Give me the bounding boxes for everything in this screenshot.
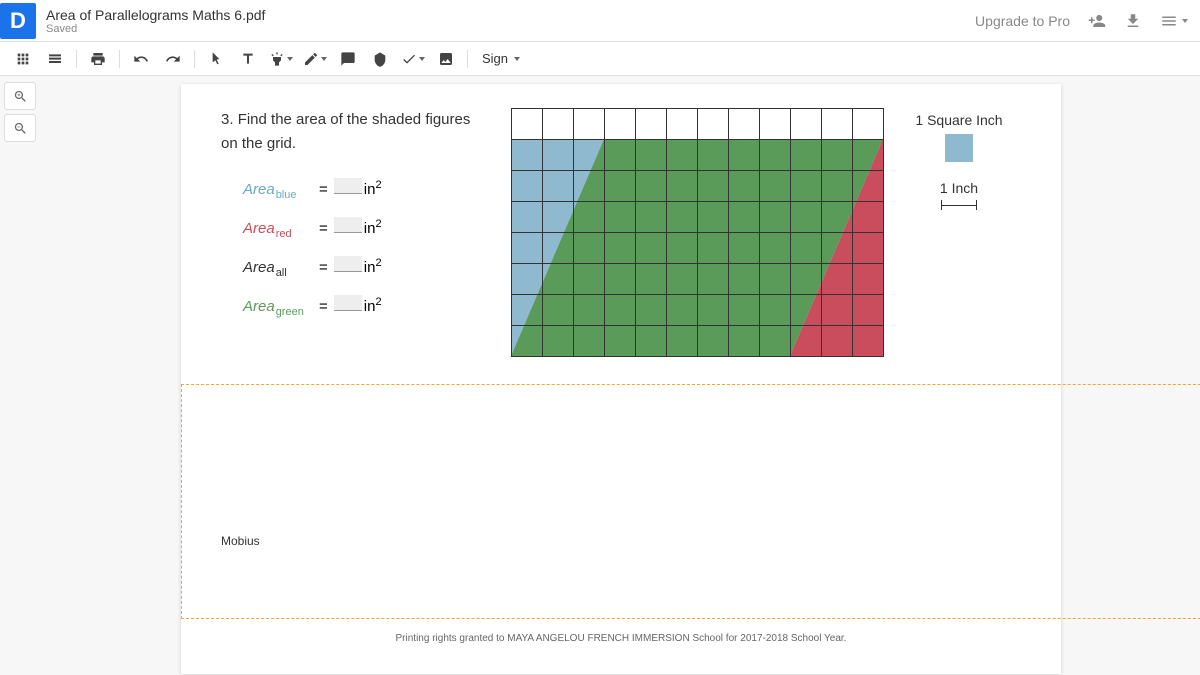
area-label: Areablue xyxy=(243,181,313,201)
zoom-sidebar xyxy=(0,76,42,675)
legend-inch-label: 1 Inch xyxy=(904,180,1014,196)
answer-input[interactable] xyxy=(334,295,362,311)
highlight-icon xyxy=(269,51,285,67)
separator xyxy=(119,50,120,68)
highlight-button[interactable] xyxy=(265,51,297,67)
unit: in2 xyxy=(364,296,382,315)
undo-icon xyxy=(133,51,149,67)
caret-icon xyxy=(1182,19,1188,23)
equals: = xyxy=(319,298,328,315)
answer-row: Areagreen = in2 xyxy=(243,295,491,318)
answer-row: Areaall = in2 xyxy=(243,256,491,279)
answer-list: Areablue=in2Areared=in2Areaall=in2Areagr… xyxy=(243,178,491,318)
sign-button[interactable]: Sign xyxy=(474,45,528,73)
pages-icon xyxy=(47,51,63,67)
separator xyxy=(194,50,195,68)
problem: 3. Find the area of the shaded figures o… xyxy=(181,84,1061,357)
cursor-icon xyxy=(208,51,224,67)
answer-input[interactable] xyxy=(334,217,362,233)
check-button[interactable] xyxy=(397,51,429,67)
image-icon xyxy=(438,51,454,67)
text-button[interactable] xyxy=(233,45,263,73)
add-user-icon[interactable] xyxy=(1088,12,1106,30)
draw-button[interactable] xyxy=(299,51,331,67)
download-icon[interactable] xyxy=(1124,12,1142,30)
menu-button[interactable] xyxy=(1160,12,1188,30)
grid-icon xyxy=(15,51,31,67)
header-actions: Upgrade to Pro xyxy=(975,12,1188,30)
answer-input[interactable] xyxy=(334,256,362,272)
grid-figure xyxy=(511,108,884,357)
app-logo: D xyxy=(0,3,36,39)
app-header: D Area of Parallelograms Maths 6.pdf Sav… xyxy=(0,0,1200,42)
toolbar: Sign xyxy=(0,42,1200,76)
zoom-out-icon xyxy=(13,121,28,136)
pen-icon xyxy=(303,51,319,67)
title-block: Area of Parallelograms Maths 6.pdf Saved xyxy=(46,7,975,35)
stamp-button[interactable] xyxy=(365,45,395,73)
image-button[interactable] xyxy=(431,45,461,73)
question-text: 3. Find the area of the shaded figures o… xyxy=(221,108,491,156)
undo-button[interactable] xyxy=(126,45,156,73)
grid-svg xyxy=(511,108,884,357)
separator xyxy=(76,50,77,68)
menu-icon xyxy=(1160,12,1178,30)
text-icon xyxy=(240,51,256,67)
select-button[interactable] xyxy=(201,45,231,73)
answer-row: Areared = in2 xyxy=(243,217,491,240)
redo-button[interactable] xyxy=(158,45,188,73)
apps-button[interactable] xyxy=(8,45,38,73)
file-title: Area of Parallelograms Maths 6.pdf xyxy=(46,7,975,23)
area-label: Areaall xyxy=(243,259,313,279)
answer-input[interactable] xyxy=(334,178,362,194)
comment-button[interactable] xyxy=(333,45,363,73)
unit: in2 xyxy=(364,257,382,276)
zoom-in-icon xyxy=(13,89,28,104)
equals: = xyxy=(319,220,328,237)
stamp-icon xyxy=(372,51,388,67)
answer-row: Areablue = in2 xyxy=(243,178,491,201)
unit: in2 xyxy=(364,218,382,237)
equals: = xyxy=(319,259,328,276)
save-status: Saved xyxy=(46,23,975,35)
caret-icon xyxy=(514,57,520,61)
redo-icon xyxy=(165,51,181,67)
legend: 1 Square Inch 1 Inch xyxy=(904,108,1014,357)
print-button[interactable] xyxy=(83,45,113,73)
pages-button[interactable] xyxy=(40,45,70,73)
unit: in2 xyxy=(364,179,382,198)
caret-icon xyxy=(321,57,327,61)
equals: = xyxy=(319,181,328,198)
caret-icon xyxy=(419,57,425,61)
legend-square xyxy=(945,134,973,162)
caret-icon xyxy=(287,57,293,61)
legend-square-label: 1 Square Inch xyxy=(904,112,1014,128)
page-viewport: 3. Find the area of the shaded figures o… xyxy=(42,76,1200,675)
content-area: 3. Find the area of the shaded figures o… xyxy=(0,76,1200,675)
annotation-box[interactable] xyxy=(181,384,1200,619)
pdf-page: 3. Find the area of the shaded figures o… xyxy=(181,84,1061,674)
page-footer: Printing rights granted to MAYA ANGELOU … xyxy=(181,633,1061,644)
check-icon xyxy=(401,51,417,67)
area-label: Areared xyxy=(243,220,313,240)
problem-text: 3. Find the area of the shaded figures o… xyxy=(221,108,491,357)
area-label: Areagreen xyxy=(243,298,313,318)
zoom-in-button[interactable] xyxy=(4,82,36,110)
comment-icon xyxy=(340,51,356,67)
print-icon xyxy=(90,51,106,67)
mobius-label: Mobius xyxy=(221,534,260,548)
separator xyxy=(467,50,468,68)
inch-scale xyxy=(941,200,977,210)
upgrade-link[interactable]: Upgrade to Pro xyxy=(975,13,1070,29)
zoom-out-button[interactable] xyxy=(4,114,36,142)
